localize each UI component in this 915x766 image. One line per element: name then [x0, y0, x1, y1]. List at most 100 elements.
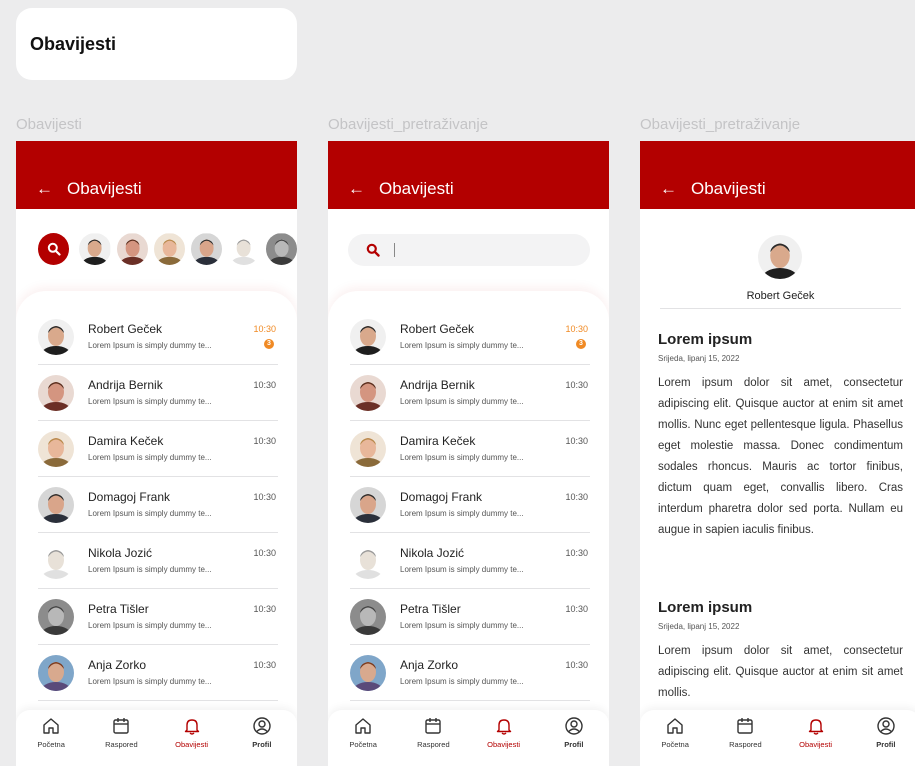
profile-icon — [253, 717, 271, 735]
list-item[interactable]: Domagoj Frank Lorem Ipsum is simply dummy… — [38, 477, 278, 533]
list-item[interactable]: Robert Geček Lorem Ipsum is simply dummy … — [38, 309, 278, 365]
list-item[interactable]: Nikola Jozić Lorem Ipsum is simply dummy … — [38, 533, 278, 589]
list-item[interactable]: Andrija Bernik Lorem Ipsum is simply dumm… — [38, 365, 278, 421]
page-title: Obavijesti — [30, 34, 117, 54]
message-time: 10:30 — [565, 604, 588, 614]
contact-name: Andrija Bernik — [400, 378, 475, 392]
calendar-icon — [425, 718, 442, 734]
home-icon — [355, 718, 371, 734]
bottom-nav: Početna Raspored Obavijesti Profil — [16, 710, 297, 766]
screen-notifications-search: ← Obavijesti Robert Geček Lorem Ipsum is … — [328, 141, 609, 766]
nav-item-profil[interactable]: Profil — [544, 716, 604, 766]
avatar — [350, 319, 386, 355]
avatar — [350, 599, 386, 635]
list-item[interactable]: Anja Zorko Lorem Ipsum is simply dummy te… — [350, 645, 590, 701]
home-icon — [667, 718, 683, 734]
strip-avatar[interactable] — [116, 233, 148, 265]
nav-label: Početna — [661, 740, 689, 749]
screen-notifications: ← Obavijesti Robert Geček Lorem Ipsum is … — [16, 141, 297, 766]
message-time: 10:30 — [565, 660, 588, 670]
message-preview: Lorem Ipsum is simply dummy te... — [88, 397, 212, 406]
app-bar-title: Obavijesti — [379, 179, 454, 198]
back-arrow-icon[interactable]: ← — [36, 179, 53, 199]
nav-label: Obavijesti — [487, 740, 521, 749]
article: Lorem ipsum Srijeda, lipanj 15, 2022 Lor… — [658, 599, 903, 704]
list-item[interactable]: Petra Tišler Lorem Ipsum is simply dummy … — [350, 589, 590, 645]
list-item[interactable]: Domagoj Frank Lorem Ipsum is simply dummy… — [350, 477, 590, 533]
avatar — [38, 655, 74, 691]
message-time: 10:30 — [565, 436, 588, 446]
unread-badge: 3 — [576, 339, 586, 349]
list-item[interactable]: Robert Geček Lorem Ipsum is simply dummy … — [350, 309, 590, 365]
nav-item-obavijesti[interactable]: Obavijesti — [786, 716, 846, 766]
message-preview: Lorem Ipsum is simply dummy te... — [400, 677, 524, 686]
contact-name: Anja Zorko — [400, 658, 459, 672]
message-preview: Lorem Ipsum is simply dummy te... — [400, 509, 524, 518]
bell-icon — [808, 719, 823, 735]
nav-label: Obavijesti — [175, 740, 209, 749]
message-time: 10:30 — [253, 324, 276, 334]
list-item[interactable]: Anja Zorko Lorem Ipsum is simply dummy te… — [38, 645, 278, 701]
app-bar-title: Obavijesti — [691, 179, 766, 198]
strip-avatar[interactable] — [153, 233, 186, 265]
list-item[interactable]: Nikola Jozić Lorem Ipsum is simply dummy … — [350, 533, 590, 589]
message-time: 10:30 — [253, 548, 276, 558]
nav-item-raspored[interactable]: Raspored — [715, 716, 775, 766]
message-preview: Lorem Ipsum is simply dummy te... — [400, 397, 524, 406]
app-bar-title: Obavijesti — [67, 179, 142, 198]
back-arrow-icon[interactable]: ← — [348, 179, 365, 199]
avatar — [350, 487, 386, 523]
nav-item-obavijesti[interactable]: Obavijesti — [162, 716, 222, 766]
avatar — [38, 599, 74, 635]
message-time: 10:30 — [253, 660, 276, 670]
article-date: Srijeda, lipanj 15, 2022 — [658, 622, 740, 631]
list-item[interactable]: Petra Tišler Lorem Ipsum is simply dummy … — [38, 589, 278, 645]
search-icon — [47, 242, 61, 256]
back-arrow-icon[interactable]: ← — [660, 179, 677, 199]
nav-label: Profil — [876, 740, 896, 749]
app-bar: ← Obavijesti — [328, 141, 609, 209]
contact-avatar-strip — [38, 229, 297, 269]
list-item[interactable]: Andrija Bernik Lorem Ipsum is simply dumm… — [350, 365, 590, 421]
article: Lorem ipsum Srijeda, lipanj 15, 2022 Lor… — [658, 331, 903, 541]
contact-name: Nikola Jozić — [400, 546, 465, 560]
message-preview: Lorem Ipsum is simply dummy te... — [88, 341, 212, 350]
nav-item-početna[interactable]: Početna — [645, 716, 705, 766]
message-time: 10:30 — [565, 324, 588, 334]
avatar — [38, 319, 74, 355]
article-body: Lorem ipsum dolor sit amet, consectetur … — [658, 645, 903, 699]
bottom-nav: Početna Raspored Obavijesti Profil — [328, 710, 609, 766]
avatar — [350, 543, 386, 579]
nav-item-profil[interactable]: Profil — [232, 716, 292, 766]
contact-name: Petra Tišler — [400, 602, 461, 616]
app-bar: ← Obavijesti — [640, 141, 915, 209]
message-time: 10:30 — [253, 604, 276, 614]
strip-avatar[interactable] — [191, 233, 223, 265]
article-body: Lorem ipsum dolor sit amet, consectetur … — [658, 377, 903, 536]
contact-name: Damira Keček — [88, 434, 164, 448]
strip-avatar[interactable] — [79, 233, 111, 265]
nav-item-početna[interactable]: Početna — [21, 716, 81, 766]
nav-item-početna[interactable]: Početna — [333, 716, 393, 766]
avatar — [350, 655, 386, 691]
strip-avatar[interactable] — [228, 233, 260, 265]
nav-label: Raspored — [105, 740, 138, 749]
strip-avatar[interactable] — [265, 233, 297, 265]
screen-notification-detail: ← Obavijesti Robert Geček Lorem ipsum Sr… — [640, 141, 915, 766]
text-caret — [394, 243, 395, 257]
calendar-icon — [737, 718, 754, 734]
list-item[interactable]: Damira Keček Lorem Ipsum is simply dummy … — [38, 421, 278, 477]
list-item[interactable]: Damira Keček Lorem Ipsum is simply dummy … — [350, 421, 590, 477]
message-preview: Lorem Ipsum is simply dummy te... — [88, 621, 212, 630]
nav-item-raspored[interactable]: Raspored — [403, 716, 463, 766]
avatar — [38, 375, 74, 411]
nav-item-obavijesti[interactable]: Obavijesti — [474, 716, 534, 766]
nav-item-profil[interactable]: Profil — [856, 716, 915, 766]
article-title: Lorem ipsum — [658, 599, 753, 616]
nav-item-raspored[interactable]: Raspored — [91, 716, 151, 766]
bell-icon — [184, 719, 199, 735]
search-button[interactable] — [38, 233, 70, 265]
search-input[interactable] — [348, 234, 590, 266]
avatar — [38, 431, 74, 467]
notification-list: Robert Geček Lorem Ipsum is simply dummy … — [328, 291, 609, 766]
